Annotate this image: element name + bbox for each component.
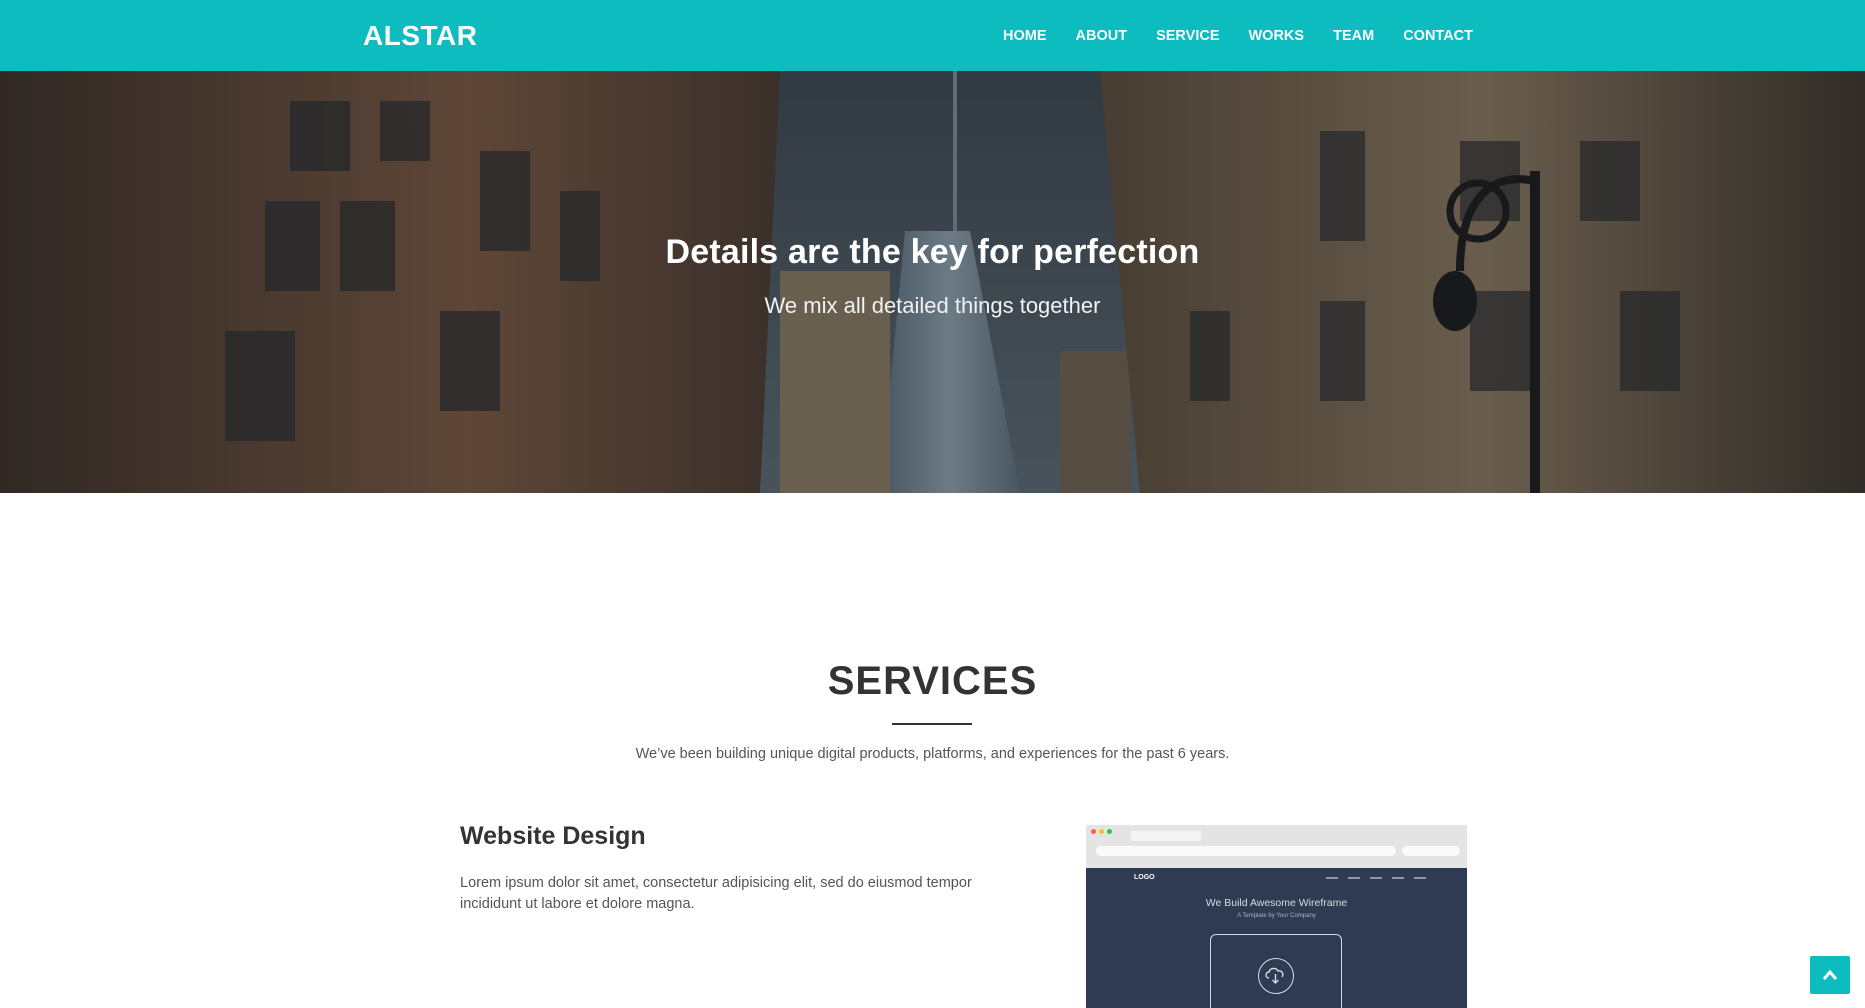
chevron-up-icon [1822,969,1838,980]
nav-item-home[interactable]: HOME [1003,28,1047,44]
mockup-tagline: A Template by Your Company [1237,913,1316,919]
back-to-top-button[interactable] [1810,956,1850,994]
hero-banner: Details are the key for perfection We mi… [0,71,1865,493]
service-title-website-design: Website Design [460,822,646,850]
navbar: ALSTAR HOME ABOUT SERVICE WORKS TEAM CON… [0,0,1865,71]
browser-dot-icon [1099,829,1104,834]
browser-dot-icon [1107,829,1112,834]
services-description: We’ve been building unique digital produ… [635,746,1230,762]
mockup-logo: LOGO [1134,874,1155,881]
browser-search-bar [1402,846,1460,856]
title-divider [892,723,972,725]
cloud-download-icon [1258,958,1294,994]
browser-dot-icon [1091,829,1096,834]
mockup-headline: We Build Awesome Wireframe [1205,897,1348,909]
website-mockup-image: LOGO We Build Awesome Wireframe A Templa… [1086,825,1467,1008]
nav-links: HOME ABOUT SERVICE WORKS TEAM CONTACT [974,0,1473,71]
hero-title: Details are the key for perfection [665,233,1200,271]
nav-item-works[interactable]: WORKS [1249,28,1305,44]
hero-subtitle: We mix all detailed things together [764,293,1101,318]
browser-bar [1086,825,1467,868]
nav-item-team[interactable]: TEAM [1333,28,1374,44]
nav-item-service[interactable]: SERVICE [1156,28,1219,44]
services-title: SERVICES [827,659,1038,703]
nav-item-about[interactable]: ABOUT [1076,28,1128,44]
brand-logo[interactable]: ALSTAR [363,20,477,52]
hero-overlay [0,71,1865,493]
browser-url-bar [1096,846,1396,856]
nav-item-contact[interactable]: CONTACT [1403,28,1473,44]
mockup-nav [1326,877,1426,879]
browser-tab [1131,831,1201,841]
service-text: Lorem ipsum dolor sit amet, consectetur … [460,875,972,912]
